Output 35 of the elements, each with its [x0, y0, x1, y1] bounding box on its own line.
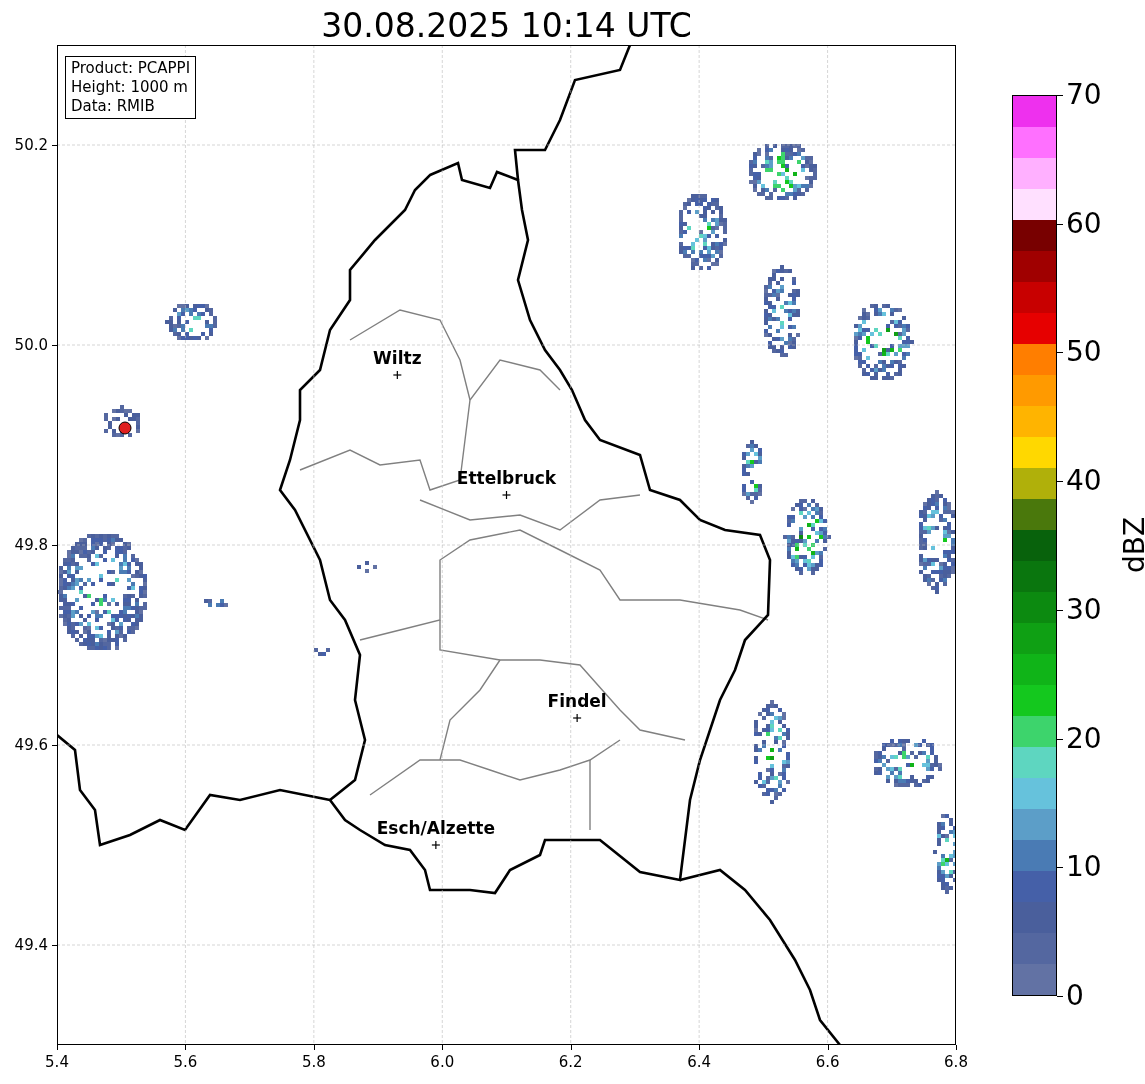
city-marker: [501, 490, 512, 500]
x-tick-label: 6.4: [687, 1053, 712, 1071]
city-label: Esch/Alzette: [376, 818, 495, 838]
city-label: Ettelbruck: [456, 468, 557, 488]
info-line: Data: RMIB: [71, 97, 156, 116]
city-marker: [392, 370, 402, 380]
city-label: Wiltz: [373, 348, 422, 368]
colorbar-tick-label: 30: [1066, 593, 1102, 626]
y-tick-label: 49.8: [14, 536, 48, 554]
city-marker: [431, 840, 441, 850]
colorbar-tick-label: 20: [1066, 722, 1102, 755]
colorbar-tick-label: 40: [1066, 465, 1102, 498]
x-tick-label: 5.8: [301, 1053, 326, 1071]
info-line: Height: 1000 m: [71, 78, 189, 97]
colorbar-tick-label: 50: [1066, 336, 1102, 369]
city-marker: [572, 713, 582, 723]
x-tick-label: 6.2: [558, 1053, 583, 1071]
chart-title: 30.08.2025 10:14 UTC: [320, 6, 693, 46]
city-label: Findel: [547, 691, 607, 711]
colorbar-tick-label: 10: [1066, 851, 1102, 884]
colorbar-tick-label: 70: [1066, 79, 1102, 111]
x-tick-label: 5.6: [173, 1053, 198, 1071]
y-tick-label: 50.2: [14, 136, 48, 154]
colorbar-label: dBZ: [1119, 516, 1145, 574]
y-tick-label: 49.4: [14, 936, 48, 954]
x-tick-label: 6.8: [944, 1053, 968, 1071]
x-tick-label: 6.6: [815, 1053, 840, 1071]
colorbar-tick-label: 0: [1066, 980, 1084, 1012]
x-tick-label: 6.0: [430, 1053, 455, 1071]
colorbar-tick-label: 60: [1066, 207, 1102, 240]
y-tick-label: 49.6: [14, 736, 48, 754]
x-tick-label: 5.4: [45, 1053, 69, 1071]
info-line: Product: PCAPPI: [71, 59, 191, 78]
y-tick-label: 50.0: [14, 336, 48, 354]
radar-site-marker: [118, 421, 132, 435]
